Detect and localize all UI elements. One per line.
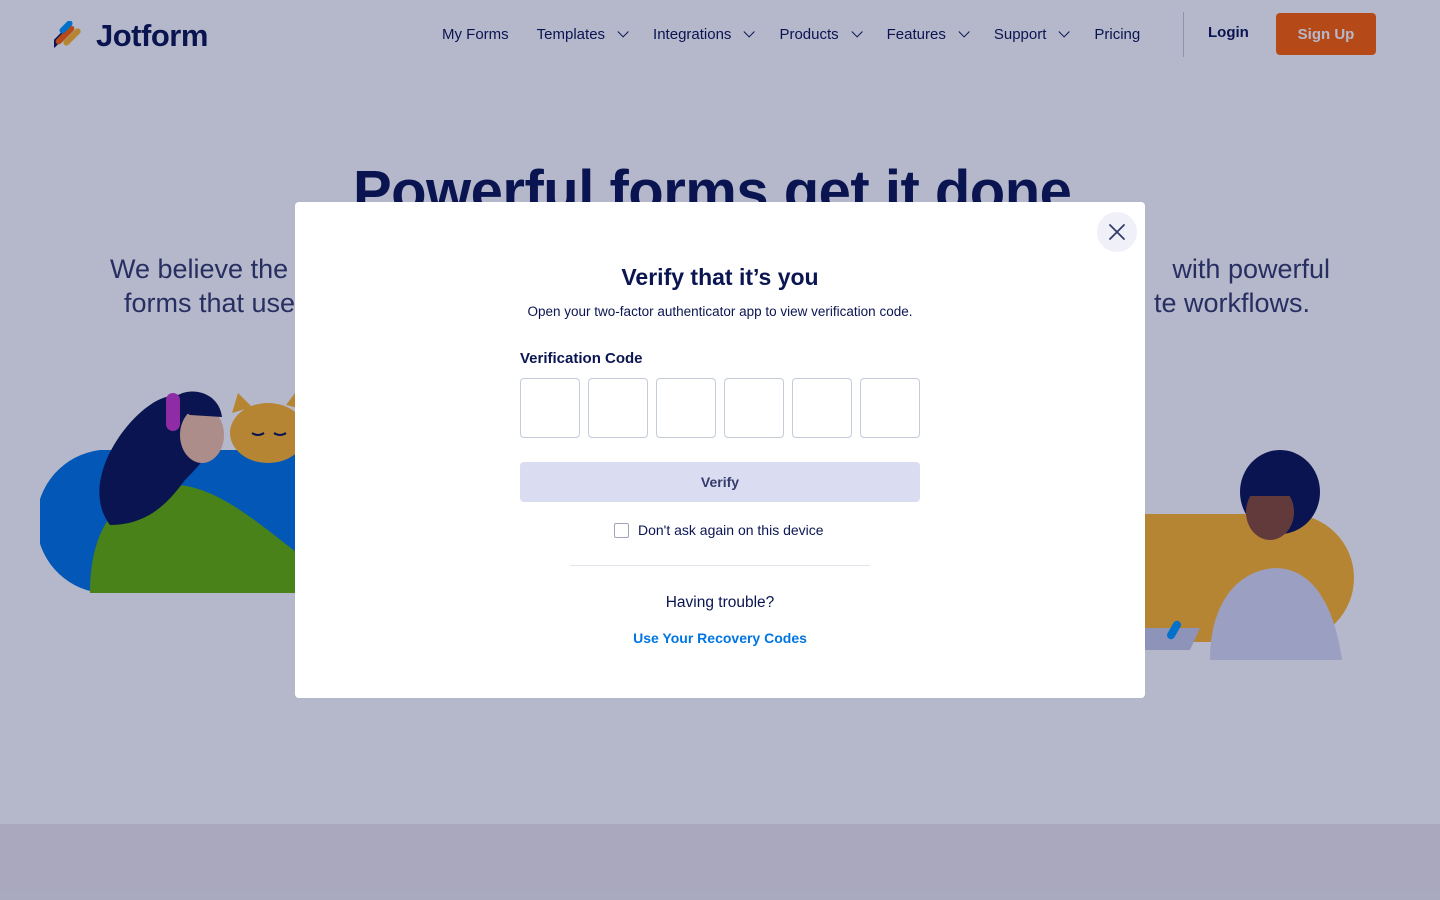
verify-button[interactable]: Verify xyxy=(520,462,920,502)
recovery-codes-link[interactable]: Use Your Recovery Codes xyxy=(295,630,1145,646)
remember-device-label: Don't ask again on this device xyxy=(638,522,824,538)
verification-code-label: Verification Code xyxy=(520,350,643,367)
remember-device-option[interactable]: Don't ask again on this device xyxy=(614,522,824,538)
code-digit-5[interactable] xyxy=(792,378,852,438)
code-digit-2[interactable] xyxy=(588,378,648,438)
modal-divider xyxy=(570,565,870,566)
verification-code-inputs xyxy=(520,378,920,438)
close-icon xyxy=(1109,224,1125,240)
modal-title: Verify that it’s you xyxy=(621,264,819,290)
having-trouble-text: Having trouble? xyxy=(665,594,775,611)
remember-device-checkbox[interactable] xyxy=(614,522,629,538)
code-digit-3[interactable] xyxy=(656,378,716,438)
two-factor-modal: Verify that it’s you Open your two-facto… xyxy=(295,202,1145,698)
code-digit-4[interactable] xyxy=(724,378,784,438)
code-digit-6[interactable] xyxy=(860,378,920,438)
close-button[interactable] xyxy=(1097,212,1137,252)
modal-description: Open your two-factor authenticator app t… xyxy=(527,304,913,319)
code-digit-1[interactable] xyxy=(520,378,580,438)
